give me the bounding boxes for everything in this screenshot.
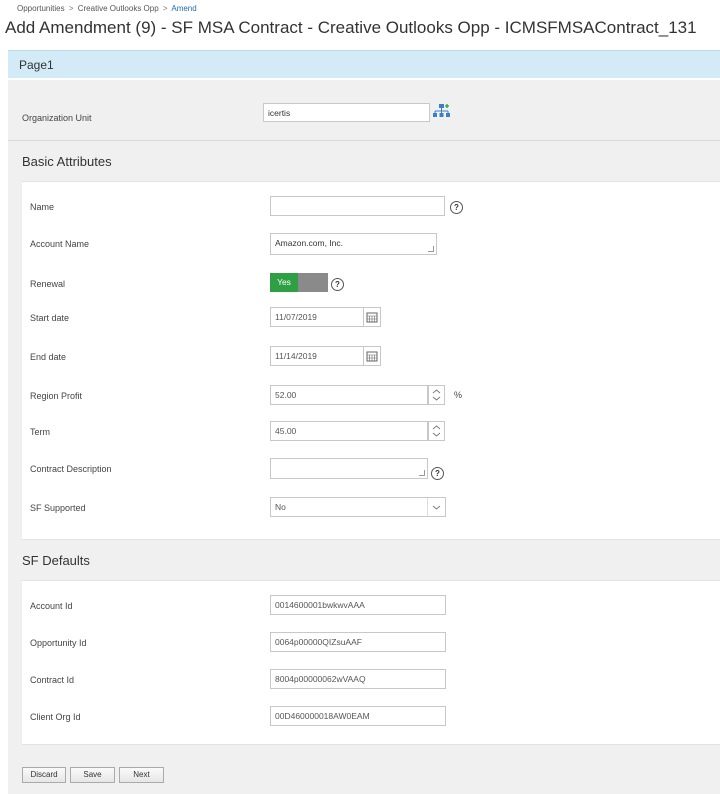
name-input[interactable] — [270, 196, 445, 216]
account-name-textarea[interactable]: Amazon.com, Inc. — [270, 233, 437, 255]
region-profit-label: Region Profit — [30, 391, 83, 401]
chevron-down-icon — [432, 396, 441, 401]
name-help-icon[interactable]: ? — [450, 201, 463, 214]
tab-page1[interactable]: Page1 — [8, 50, 720, 78]
chevron-up-icon — [432, 425, 441, 430]
renewal-toggle-no[interactable] — [298, 273, 328, 292]
sf-supported-label: SF Supported — [30, 503, 86, 513]
client-org-id-input[interactable]: 00D460000018AW0EAM — [270, 706, 446, 726]
org-hierarchy-icon[interactable] — [432, 103, 452, 119]
chevron-down-icon[interactable] — [427, 498, 445, 516]
contract-id-input[interactable]: 8004p00000062wVAAQ — [270, 669, 446, 689]
client-org-id-label: Client Org Id — [30, 712, 81, 722]
chevron-up-icon — [432, 389, 441, 394]
org-unit-label: Organization Unit — [22, 113, 92, 123]
renewal-help-icon[interactable]: ? — [331, 278, 344, 291]
sf-supported-select[interactable]: No — [270, 497, 446, 517]
renewal-toggle[interactable]: Yes — [270, 273, 328, 292]
save-button[interactable]: Save — [70, 767, 115, 783]
breadcrumb-opportunity[interactable]: Creative Outlooks Opp — [78, 4, 159, 13]
account-id-input[interactable]: 0014600001bwkwvAAA — [270, 595, 446, 615]
name-label: Name — [30, 202, 55, 212]
start-date-input[interactable]: 11/07/2019 — [270, 307, 364, 327]
contract-description-textarea[interactable] — [270, 458, 428, 479]
sf-supported-value: No — [275, 502, 286, 512]
start-date-label: Start date — [30, 313, 70, 323]
opportunity-id-input[interactable]: 0064p00000QIZsuAAF — [270, 632, 446, 652]
account-name-value: Amazon.com, Inc. — [275, 238, 344, 248]
contract-id-label: Contract Id — [30, 675, 75, 685]
region-profit-unit: % — [454, 390, 463, 400]
page-title: Add Amendment (9) - SF MSA Contract - Cr… — [5, 18, 697, 37]
opportunity-id-label: Opportunity Id — [30, 638, 87, 648]
chevron-down-icon — [432, 432, 441, 437]
breadcrumb-amend[interactable]: Amend — [171, 4, 196, 13]
term-input[interactable]: 45.00 — [270, 421, 428, 441]
account-id-label: Account Id — [30, 601, 73, 611]
tab-label: Page1 — [19, 58, 54, 72]
basic-attributes-heading: Basic Attributes — [22, 154, 112, 169]
breadcrumb-opportunities[interactable]: Opportunities — [17, 4, 65, 13]
account-name-label: Account Name — [30, 239, 90, 249]
contract-description-help-icon[interactable]: ? — [431, 467, 444, 480]
org-unit-field[interactable]: icertis — [263, 103, 430, 122]
discard-button[interactable]: Discard — [22, 767, 66, 783]
resize-handle[interactable] — [428, 246, 434, 252]
breadcrumb-separator: > — [68, 4, 74, 13]
renewal-label: Renewal — [30, 279, 66, 289]
region-profit-input[interactable]: 52.00 — [270, 385, 428, 405]
end-date-label: End date — [30, 352, 67, 362]
term-label: Term — [30, 427, 50, 437]
renewal-toggle-yes[interactable]: Yes — [270, 273, 298, 292]
contract-description-label: Contract Description — [30, 464, 112, 474]
breadcrumb: Opportunities > Creative Outlooks Opp > … — [17, 4, 197, 13]
calendar-icon[interactable] — [364, 346, 381, 366]
calendar-icon[interactable] — [364, 307, 381, 327]
sf-defaults-heading: SF Defaults — [22, 553, 90, 568]
end-date-input[interactable]: 11/14/2019 — [270, 346, 364, 366]
term-stepper[interactable] — [428, 421, 445, 441]
resize-handle[interactable] — [419, 470, 425, 476]
next-button[interactable]: Next — [119, 767, 164, 783]
region-profit-stepper[interactable] — [428, 385, 445, 405]
breadcrumb-separator: > — [162, 4, 168, 13]
